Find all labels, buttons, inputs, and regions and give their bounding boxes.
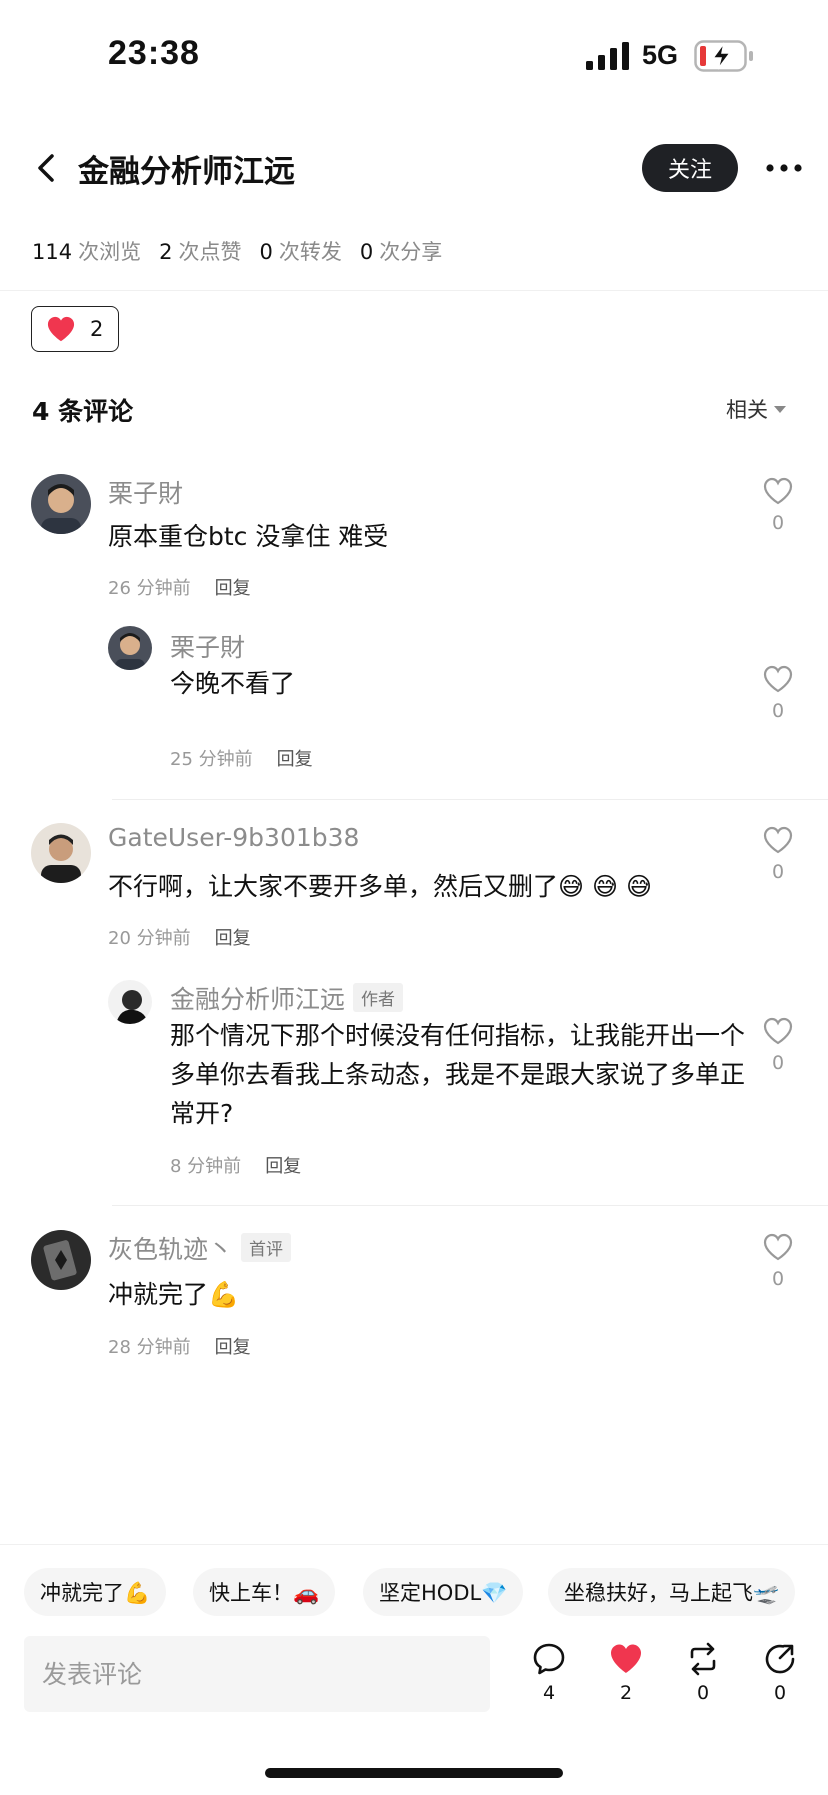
comment-meta: 26 分钟前 回复 xyxy=(108,574,251,600)
comments-action[interactable]: 4 xyxy=(529,1642,569,1704)
reply-like-count: 0 xyxy=(771,1052,785,1074)
comments-count-heading: 4 条评论 xyxy=(32,397,134,426)
divider xyxy=(112,799,828,800)
reply-meta: 25 分钟前 回复 xyxy=(170,745,313,771)
views-count: 114 xyxy=(32,240,73,264)
top-nav-bar: 金融分析师江远 关注 xyxy=(0,130,828,206)
avatar[interactable] xyxy=(108,626,152,670)
author-badge: 作者 xyxy=(353,983,404,1012)
avatar[interactable] xyxy=(31,823,91,883)
reply-button[interactable]: 回复 xyxy=(215,928,251,949)
reposts-count: 0 xyxy=(259,240,273,264)
reply-meta: 8 分钟前 回复 xyxy=(170,1152,301,1178)
like-action-count: 2 xyxy=(619,1682,633,1704)
heart-outline-icon[interactable] xyxy=(762,476,794,506)
quick-reply-chip[interactable]: 坐稳扶好，马上起飞🛫 xyxy=(548,1568,796,1616)
comment-time: 26 分钟前 xyxy=(108,578,191,599)
views-label: 次浏览 xyxy=(78,240,142,264)
reply-author-name[interactable]: 金融分析师江远 作者 xyxy=(170,980,404,1016)
reposts-label: 次转发 xyxy=(278,240,342,264)
comment-bubble-icon xyxy=(533,1643,565,1675)
repost-icon xyxy=(690,1642,716,1676)
status-bar: 23:38 5G xyxy=(0,0,828,110)
post-like-button[interactable]: 2 xyxy=(31,306,119,352)
status-time: 23:38 xyxy=(108,34,200,72)
comment-author-label: 灰色轨迹丶 xyxy=(108,1235,234,1264)
comment-like-count: 0 xyxy=(771,861,785,883)
first-comment-badge: 首评 xyxy=(241,1233,292,1262)
quick-reply-chip[interactable]: 冲就完了💪 xyxy=(24,1568,167,1616)
repost-action-count: 0 xyxy=(696,1682,710,1704)
sort-dropdown[interactable]: 相关 xyxy=(726,394,786,424)
reply-like-count: 0 xyxy=(771,700,785,722)
avatar[interactable] xyxy=(31,1230,91,1290)
comment-author-name[interactable]: 灰色轨迹丶 首评 xyxy=(108,1230,292,1266)
comment-input[interactable] xyxy=(24,1636,490,1712)
shares-label: 次分享 xyxy=(379,240,443,264)
likes-label: 次点赞 xyxy=(178,240,242,264)
heart-filled-icon xyxy=(47,316,75,342)
heart-outline-icon[interactable] xyxy=(762,664,794,694)
battery-charging-icon xyxy=(694,40,753,72)
comment-meta: 20 分钟前 回复 xyxy=(108,924,251,950)
comment-text: 冲就完了💪 xyxy=(108,1280,240,1309)
reply-time: 8 分钟前 xyxy=(170,1156,242,1177)
divider xyxy=(0,1544,828,1545)
share-icon xyxy=(765,1644,795,1674)
comment-meta: 28 分钟前 回复 xyxy=(108,1333,251,1359)
share-action[interactable]: 0 xyxy=(760,1642,800,1704)
sort-label: 相关 xyxy=(726,398,768,422)
back-arrow-icon[interactable] xyxy=(30,148,64,188)
comment-text: 不行啊，让大家不要开多单，然后又删了😅 😅 😅 xyxy=(108,872,653,901)
likes-count: 2 xyxy=(159,240,173,264)
network-type: 5G xyxy=(642,40,679,70)
comment-author-name[interactable]: 栗子財 xyxy=(108,474,183,510)
reply-button[interactable]: 回复 xyxy=(215,1337,251,1358)
heart-filled-icon xyxy=(611,1644,641,1673)
comment-time: 20 分钟前 xyxy=(108,928,191,949)
comment-like-count: 0 xyxy=(771,1268,785,1290)
reply-button[interactable]: 回复 xyxy=(277,749,313,770)
comment-time: 28 分钟前 xyxy=(108,1337,191,1358)
repost-action[interactable]: 0 xyxy=(683,1642,723,1704)
quick-reply-chip[interactable]: 坚定HODL💎 xyxy=(363,1568,524,1616)
heart-outline-icon[interactable] xyxy=(762,1016,794,1046)
comment-text: 原本重仓btc 没拿住 难受 xyxy=(108,522,389,551)
reply-time: 25 分钟前 xyxy=(170,749,253,770)
comment-author-name[interactable]: GateUser-9b301b38 xyxy=(108,823,359,852)
divider xyxy=(112,1205,828,1206)
comments-action-count: 4 xyxy=(542,1682,556,1704)
post-like-count: 2 xyxy=(90,317,104,341)
cellular-signal-icon xyxy=(586,42,629,70)
home-indicator[interactable] xyxy=(265,1768,563,1778)
like-action[interactable]: 2 xyxy=(606,1642,646,1704)
follow-button[interactable]: 关注 xyxy=(642,144,738,192)
reply-author-label: 金融分析师江远 xyxy=(170,985,346,1014)
avatar[interactable] xyxy=(108,980,152,1024)
reply-text: 那个情况下那个时候没有任何指标，让我能开出一个多单你去看我上条动态，我是不是跟大… xyxy=(170,1021,746,1128)
avatar[interactable] xyxy=(31,474,91,534)
reply-text: 今晚不看了 xyxy=(170,669,296,698)
divider xyxy=(0,290,828,291)
comment-like-count: 0 xyxy=(771,512,785,534)
post-stats: 114 次浏览 2 次点赞 0 次转发 0 次分享 xyxy=(32,236,460,266)
heart-outline-icon[interactable] xyxy=(762,825,794,855)
quick-reply-chip[interactable]: 快上车！🚗 xyxy=(193,1568,336,1616)
more-options-icon[interactable] xyxy=(764,154,804,182)
shares-count: 0 xyxy=(359,240,374,264)
reply-author-name[interactable]: 栗子財 xyxy=(170,628,245,664)
heart-outline-icon[interactable] xyxy=(762,1232,794,1262)
page-title: 金融分析师江远 xyxy=(78,154,295,190)
caret-down-icon xyxy=(774,405,786,413)
reply-button[interactable]: 回复 xyxy=(265,1156,301,1177)
share-action-count: 0 xyxy=(773,1682,787,1704)
reply-button[interactable]: 回复 xyxy=(215,578,251,599)
